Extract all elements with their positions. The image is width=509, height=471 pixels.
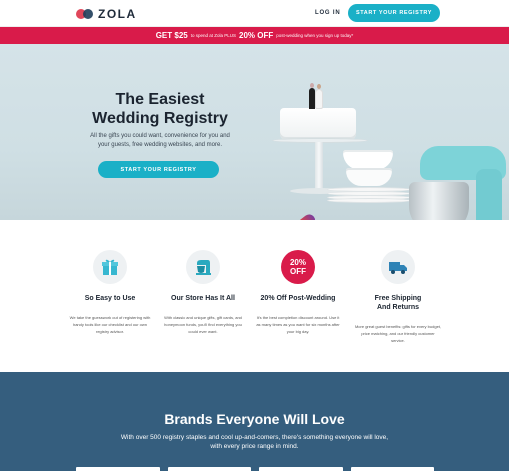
mixer-neck	[476, 169, 502, 220]
cake-topper-image	[309, 83, 323, 109]
feature-description: More great guest benefits: gifts for eve…	[354, 324, 442, 343]
discount-badge-icon: 20% OFF	[281, 250, 315, 284]
start-registry-hero-button[interactable]: START YOUR REGISTRY	[98, 161, 219, 178]
hero-subtitle-line1: All the gifts you could want, convenienc…	[90, 133, 230, 139]
hero-subtitle: All the gifts you could want, convenienc…	[70, 132, 250, 150]
brands-subtitle-line2: with every price range in mind.	[210, 443, 299, 450]
hearts-logo-icon	[76, 8, 94, 20]
brand-card[interactable]	[167, 467, 251, 471]
feature-store: Our Store Has It All With classic and un…	[153, 250, 253, 335]
hero-subtitle-line2: your guests, free wedding websites, and …	[97, 142, 223, 148]
feature-title: Free Shipping And Returns	[348, 294, 448, 312]
zola-logo[interactable]: ZOLA	[76, 7, 137, 21]
brands-subtitle: With over 500 registry staples and cool …	[0, 433, 509, 451]
brand-cards	[76, 467, 434, 471]
promo-text-1: to spend at Zola PLUS	[190, 33, 236, 38]
mixer-icon	[186, 250, 220, 284]
truck-icon	[381, 250, 415, 284]
start-registry-header-button[interactable]: START YOUR REGISTRY	[348, 4, 440, 22]
promo-discount: 20% OFF	[239, 31, 274, 40]
brands-title: Brands Everyone Will Love	[164, 411, 345, 427]
promo-banner[interactable]: GET $25 to spend at Zola PLUS 20% OFF po…	[0, 27, 509, 44]
wedding-cake-image	[280, 108, 356, 140]
brand-card[interactable]	[76, 467, 160, 471]
bowl-image	[343, 150, 393, 170]
discount-badge: 20% OFF	[281, 250, 315, 284]
mixer-bowl	[409, 182, 469, 220]
feature-shipping: Free Shipping And Returns More great gue…	[348, 250, 448, 344]
bottle-image	[286, 212, 318, 220]
feature-title: So Easy to Use	[84, 295, 136, 302]
feature-title: Our Store Has It All	[171, 295, 235, 302]
bowl-image-2	[346, 168, 392, 186]
feature-title-line1: Free Shipping	[374, 295, 422, 302]
badge-off: OFF	[289, 267, 306, 276]
brand-card[interactable]	[259, 467, 343, 471]
site-header: ZOLA LOG IN START YOUR REGISTRY	[0, 0, 509, 27]
cake-stand-stem	[315, 142, 323, 192]
feature-description: With classic and unique gifts, gift card…	[164, 315, 242, 334]
gift-icon	[93, 250, 127, 284]
brand-card[interactable]	[350, 467, 434, 471]
badge-percent: 20%	[289, 258, 306, 267]
hero-title-line1: The Easiest	[115, 91, 205, 108]
feature-description: It's the best completion discount around…	[256, 315, 340, 334]
promo-text-2: post-wedding when you sign up today*	[276, 33, 354, 38]
brands-subtitle-line1: With over 500 registry staples and cool …	[120, 434, 389, 441]
promo-amount: GET $25	[155, 31, 188, 40]
login-link[interactable]: LOG IN	[315, 10, 340, 16]
feature-discount: 20% OFF 20% Off Post-Wedding It's the be…	[248, 250, 348, 335]
logo-text: ZOLA	[98, 7, 137, 21]
brands-section: Brands Everyone Will Love With over 500 …	[0, 372, 509, 471]
hero-section: The Easiest Wedding Registry All the gif…	[0, 44, 509, 220]
feature-description: We take the guesswork out of registering…	[69, 315, 151, 334]
plates-image	[327, 187, 411, 203]
feature-easy: So Easy to Use We take the guesswork out…	[60, 250, 160, 335]
features-section: So Easy to Use We take the guesswork out…	[0, 220, 509, 372]
feature-title: 20% Off Post-Wedding	[260, 295, 336, 302]
hero-title-line2: Wedding Registry	[92, 110, 228, 127]
hero-title: The Easiest Wedding Registry	[60, 90, 260, 128]
feature-title-line2: And Returns	[377, 304, 419, 311]
